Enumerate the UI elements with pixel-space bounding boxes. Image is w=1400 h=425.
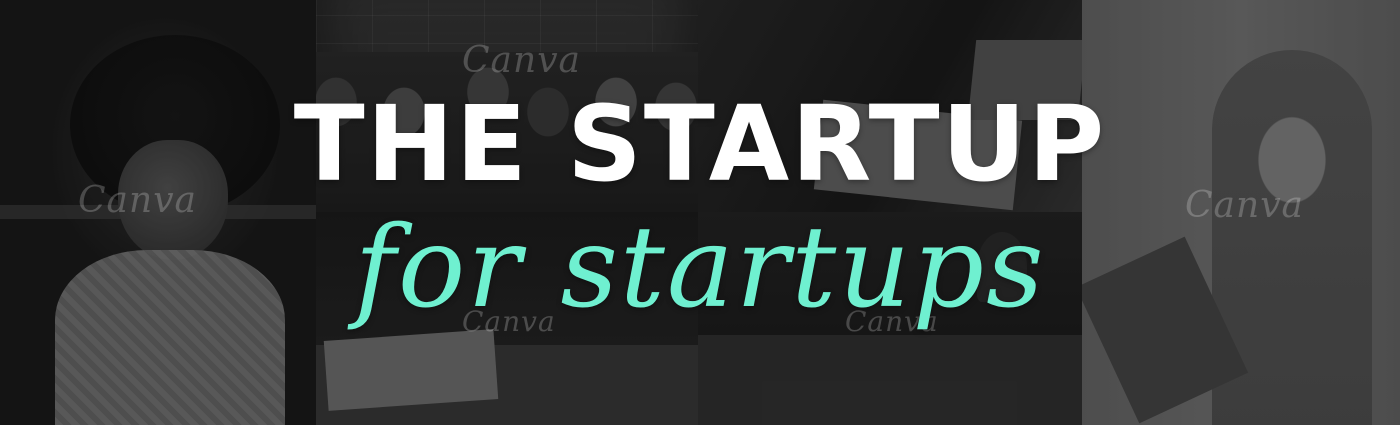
banner-subtitle: for startups xyxy=(354,203,1046,333)
banner-title: THE STARTUP xyxy=(293,83,1107,205)
canva-watermark: Canva xyxy=(462,40,581,81)
